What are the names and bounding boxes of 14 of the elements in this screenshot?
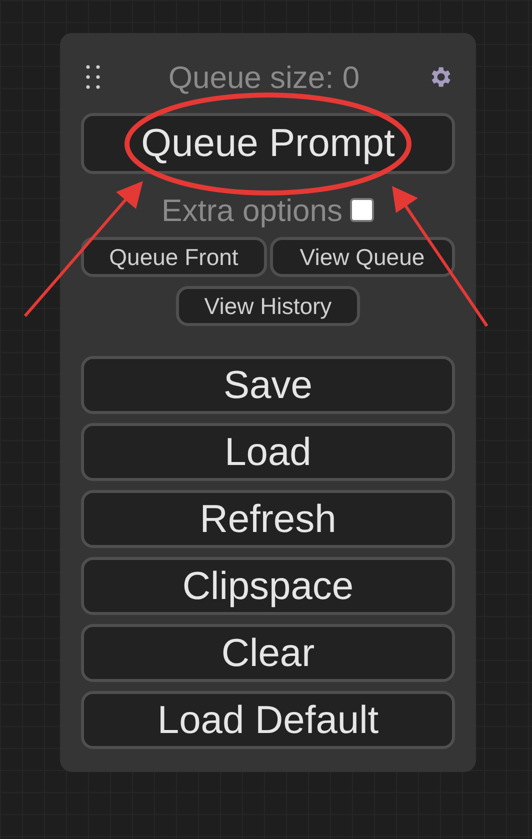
menu-button[interactable]: Save — [81, 356, 455, 414]
menu-button[interactable]: Refresh — [81, 490, 455, 548]
drag-handle-icon[interactable] — [85, 64, 101, 90]
menu-button[interactable]: Clipspace — [81, 557, 455, 615]
extra-options-checkbox[interactable] — [350, 198, 374, 222]
menu-small-button[interactable]: View History — [176, 286, 360, 326]
menu-button[interactable]: Load — [81, 423, 455, 481]
extra-options-label: Extra options — [162, 194, 342, 226]
menu-button[interactable]: Clear — [81, 624, 455, 682]
menu-small-button[interactable]: View Queue — [270, 237, 455, 277]
menu-small-button[interactable]: Queue Front — [81, 237, 266, 277]
queue-size-label: Queue size: 0 — [168, 62, 360, 92]
menu-button[interactable]: Load Default — [81, 691, 455, 749]
queue-prompt-button[interactable]: Queue Prompt — [81, 113, 455, 174]
